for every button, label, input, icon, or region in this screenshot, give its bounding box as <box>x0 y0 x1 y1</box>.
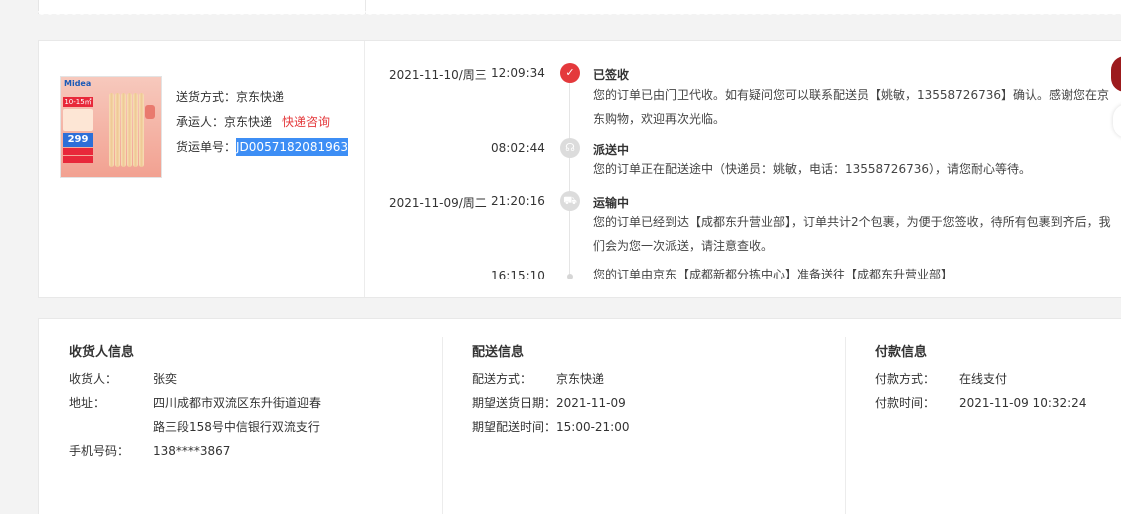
recipient-info: 收货人信息 收货人： 张奕 地址： 四川成都市双流区东升街道迎春 路三段158号… <box>69 319 439 514</box>
product-badge-strip <box>63 156 93 163</box>
delivery-info: 配送信息 配送方式： 京东快递 期望送货日期： 2021-11-09 期望配送时… <box>472 319 842 514</box>
waybill-row: 货运单号：JD0057182081963 <box>176 135 349 160</box>
product-badge-promo <box>63 109 93 131</box>
carrier-row: 承运人：京东快递 快递咨询 <box>176 110 348 135</box>
timeline-time: 08:02:44 <box>491 141 545 155</box>
payment-time-value: 2021-11-09 10:32:24 <box>959 396 1087 410</box>
payment-method-value: 在线支付 <box>959 372 1008 386</box>
product-brand-logo: Midea <box>64 79 92 88</box>
product-badge-range: 10-15㎡ <box>63 97 93 107</box>
courier-consult-link[interactable]: 快递咨询 <box>282 115 330 129</box>
timeline-description: 您的订单正在配送途中（快递员：姚敏，电话：13558726736），请您耐心等待… <box>593 162 1031 176</box>
timeline-status: 已签收 <box>593 68 630 82</box>
delivery-method-value: 京东快递 <box>556 372 605 386</box>
recipient-title: 收货人信息 <box>69 345 135 360</box>
timeline-line <box>569 83 570 279</box>
shipping-method-label: 送货方式： <box>176 90 237 104</box>
timeline-time: 16:15:10 <box>491 269 545 279</box>
delivery-time-value: 15:00-21:00 <box>556 420 630 434</box>
recipient-address-line1: 四川成都市双流区东升街道迎春 <box>153 396 322 410</box>
product-thumbnail[interactable]: Midea 10-15㎡ 299 <box>60 76 162 178</box>
recipient-phone-label: 手机号码： <box>69 444 130 458</box>
order-info-panel: 收货人信息 收货人： 张奕 地址： 四川成都市双流区东升街道迎春 路三段158号… <box>38 318 1121 514</box>
timeline-status: 运输中 <box>593 196 630 210</box>
timeline-date: 2021-11-10/周三 <box>389 68 487 82</box>
courier-icon: ☊ <box>560 138 580 158</box>
dot-icon <box>567 274 573 279</box>
recipient-phone-value: 138****3867 <box>153 444 231 458</box>
delivery-date-value: 2021-11-09 <box>556 396 626 410</box>
shipping-method-value: 京东快递 <box>236 90 285 104</box>
delivery-title: 配送信息 <box>472 345 525 360</box>
waybill-label: 货运单号： <box>176 140 237 154</box>
check-icon: ✓ <box>560 63 580 83</box>
timeline-description: 您的订单由京东【成都新都分拣中心】准备送往【成都东升营业部】 <box>593 268 954 279</box>
delivery-time-label: 期望配送时间： <box>472 420 557 434</box>
payment-info: 付款信息 付款方式： 在线支付 付款时间： 2021-11-09 10:32:2… <box>875 319 1115 514</box>
tracking-timeline[interactable]: 2021-11-10/周三 12:09:34 ✓ 已签收 您的订单已由门卫代收。… <box>365 41 1121 279</box>
carrier-value: 京东快递 <box>224 115 273 129</box>
waybill-number[interactable]: JD0057182081963 <box>236 138 349 156</box>
timeline-time: 12:09:34 <box>491 66 545 80</box>
product-price-badge: 299 <box>63 133 93 147</box>
recipient-name-label: 收货人： <box>69 372 118 386</box>
recipient-name-value: 张奕 <box>153 372 178 386</box>
tracking-panel: Midea 10-15㎡ 299 送货方式：京东快递 承运人：京东快递 快递咨询 … <box>38 40 1121 298</box>
timeline-time: 21:20:16 <box>491 194 545 208</box>
info-divider <box>845 337 846 514</box>
shipping-info: 送货方式：京东快递 承运人：京东快递 快递咨询 货运单号：JD0057182081… <box>176 85 349 160</box>
payment-method-label: 付款方式： <box>875 372 936 386</box>
delivery-method-label: 配送方式： <box>472 372 533 386</box>
truck-icon: ⛟ <box>560 191 580 211</box>
payment-title: 付款信息 <box>875 345 928 360</box>
carrier-label: 承运人： <box>176 115 225 129</box>
timeline-date: 2021-11-09/周二 <box>389 196 487 210</box>
payment-time-label: 付款时间： <box>875 396 936 410</box>
scallop-edge <box>38 11 1121 19</box>
heater-image <box>109 87 157 171</box>
product-badge-strip <box>63 148 93 155</box>
recipient-address-line2: 路三段158号中信银行双流支行 <box>153 420 320 434</box>
info-divider <box>442 337 443 514</box>
shipping-method-row: 送货方式：京东快递 <box>176 85 348 110</box>
timeline-description: 您的订单已由门卫代收。如有疑问您可以联系配送员【姚敏，13558726736】确… <box>593 88 1109 126</box>
delivery-date-label: 期望送货日期： <box>472 396 557 410</box>
timeline-description: 您的订单已经到达【成都东升营业部】，订单共计2个包裹，为便于您签收，待所有包裹到… <box>593 215 1111 253</box>
timeline-status: 派送中 <box>593 143 630 157</box>
recipient-address-label: 地址： <box>69 396 106 410</box>
